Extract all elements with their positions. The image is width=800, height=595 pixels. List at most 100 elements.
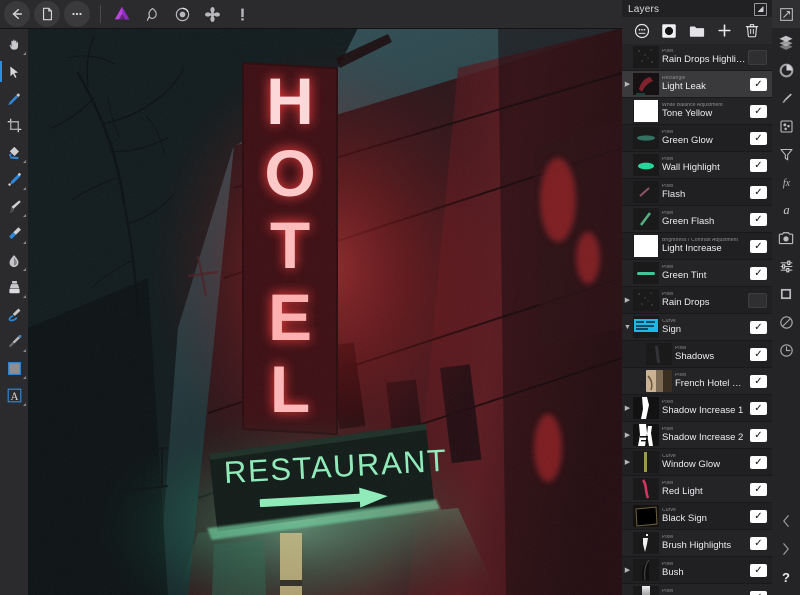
blend-panel-icon[interactable] [772,308,800,336]
layer-row[interactable]: Pixel Brush Highlights ✓ [622,530,772,557]
layers-list[interactable]: Pixel Rain Drops Highlight ▶ Rectangle Light… [622,44,772,595]
layer-row[interactable]: Curve Black Sign ✓ [622,503,772,530]
selection-brush-tool[interactable] [0,166,28,193]
levels-panel-icon[interactable] [772,252,800,280]
disclosure-collapsed-icon[interactable]: ▶ [622,80,633,88]
mask-layer-button[interactable] [661,22,678,39]
layer-visibility-checkbox[interactable]: ✓ [750,428,767,442]
pin-icon[interactable] [754,2,767,16]
layer-visibility-checkbox[interactable]: ✓ [750,212,767,226]
back-button[interactable] [4,1,30,27]
layer-thumbnail [633,586,659,595]
liquify-persona-button[interactable] [139,1,165,27]
tone-mapping-persona-button[interactable] [199,1,225,27]
disclosure-expanded-icon[interactable]: ▼ [622,324,633,331]
disclosure-collapsed-icon[interactable]: ▶ [622,404,633,412]
layer-kind: Curve [662,319,676,325]
disclosure-collapsed-icon[interactable]: ▶ [622,458,633,466]
character-panel-icon[interactable]: a [772,196,800,224]
layer-visibility-checkbox[interactable]: ✓ [750,158,767,172]
transform-panel-icon[interactable] [772,0,800,28]
effects-panel-icon[interactable]: fx [772,168,800,196]
layer-row[interactable]: ▼ Curve Sign ✓ [622,314,772,341]
layer-kind: Pixel [662,589,674,595]
tool-submenu-indicator [23,160,26,163]
redo-button[interactable] [772,535,800,563]
artistic-text-tool[interactable]: A [0,382,28,409]
layer-visibility-checkbox[interactable]: ✓ [750,131,767,145]
develop-persona-button[interactable] [169,1,195,27]
undo-brush-tool[interactable] [0,301,28,328]
history-panel-icon[interactable] [772,336,800,364]
layer-row[interactable]: Pixel Flash ✓ [622,179,772,206]
layer-visibility-checkbox[interactable]: ✓ [750,104,767,118]
layer-row[interactable]: ▶ Pixel Bush ✓ [622,557,772,584]
layer-row[interactable]: Pixel Green Tint ✓ [622,260,772,287]
layer-visibility-checkbox[interactable]: ✓ [750,320,767,334]
layer-row[interactable]: Pixel Green Glow ✓ [622,125,772,152]
layer-row[interactable]: Brightness / Contrast Adjustment Light In… [622,233,772,260]
colour-picker-tool[interactable] [0,85,28,112]
photo-persona-button[interactable] [109,1,135,27]
layer-visibility-checkbox[interactable] [748,292,767,308]
layer-visibility-checkbox[interactable]: ✓ [750,266,767,280]
crop-tool[interactable] [0,112,28,139]
layer-row[interactable]: Pixel Wall Highlight ✓ [622,152,772,179]
smudge-brush-tool[interactable] [0,247,28,274]
add-layer-button[interactable] [716,22,733,39]
layer-visibility-checkbox[interactable]: ✓ [750,509,767,523]
layer-visibility-checkbox[interactable]: ✓ [750,77,767,91]
paint-brush-tool[interactable] [0,193,28,220]
layer-visibility-checkbox[interactable] [748,49,767,65]
layer-visibility-checkbox[interactable]: ✓ [750,239,767,253]
layer-visibility-checkbox[interactable]: ✓ [750,590,767,595]
layer-visibility-checkbox[interactable]: ✓ [750,374,767,388]
layer-row[interactable]: Pixel Rain Drops Highlight [622,44,772,71]
export-persona-button[interactable] [229,1,255,27]
erase-brush-tool[interactable] [0,220,28,247]
layer-visibility-checkbox[interactable]: ✓ [750,482,767,496]
more-button[interactable] [64,1,90,27]
macros-panel-icon[interactable] [772,224,800,252]
layer-visibility-checkbox[interactable]: ✓ [750,563,767,577]
view-hand-tool[interactable] [0,31,28,58]
layer-row[interactable]: ▶ Pixel Shadow Increase 1 ✓ [622,395,772,422]
layer-row[interactable]: PixelFrench Hotel Day Sh…✓ [622,368,772,395]
stroke-panel-icon[interactable] [772,280,800,308]
document-button[interactable] [34,1,60,27]
layer-row[interactable]: ▶ Rectangle Light Leak ✓ [622,71,772,98]
disclosure-collapsed-icon[interactable]: ▶ [622,431,633,439]
colour-panel-icon[interactable] [772,56,800,84]
clone-brush-tool[interactable] [0,274,28,301]
image-canvas[interactable]: H O T E L H O T E L RESTAURANT [28,28,622,595]
layer-visibility-checkbox[interactable]: ✓ [750,185,767,199]
layer-row[interactable]: White Balance Adjustment Tone Yellow ✓ [622,98,772,125]
undo-button[interactable] [772,507,800,535]
brushes-panel-icon[interactable] [772,84,800,112]
layer-visibility-checkbox[interactable]: ✓ [750,455,767,469]
disclosure-collapsed-icon[interactable]: ▶ [622,566,633,574]
delete-layer-button[interactable] [744,22,761,39]
group-layer-button[interactable] [688,22,705,39]
layer-row[interactable]: Pixel Green Flash ✓ [622,206,772,233]
layer-row[interactable]: Pixel Red Light ✓ [622,476,772,503]
layer-row[interactable]: ▶ Pixel Rain Drops [622,287,772,314]
layer-options-button[interactable] [633,22,650,39]
layer-row[interactable]: Pixel Shadows ✓ [622,341,772,368]
flood-fill-tool[interactable] [0,139,28,166]
layer-visibility-checkbox[interactable]: ✓ [750,347,767,361]
layer-row[interactable]: ▶ Curve Window Glow ✓ [622,449,772,476]
layer-visibility-checkbox[interactable]: ✓ [750,536,767,550]
move-tool[interactable] [0,58,28,85]
help-button[interactable]: ? [772,563,800,591]
layer-visibility-checkbox[interactable]: ✓ [750,401,767,415]
layer-row[interactable]: ▶ Pixel Shadow Increase 2 ✓ [622,422,772,449]
blemish-removal-tool[interactable] [0,328,28,355]
layers-panel-icon[interactable] [772,28,800,56]
layer-text: Rectangle Light Leak [662,76,750,91]
adjustments-panel-icon[interactable] [772,140,800,168]
disclosure-collapsed-icon[interactable]: ▶ [622,296,633,304]
swatches-panel-icon[interactable] [772,112,800,140]
rectangle-shape-tool[interactable] [0,355,28,382]
layer-row[interactable]: PixelWindow✓ [622,584,772,595]
